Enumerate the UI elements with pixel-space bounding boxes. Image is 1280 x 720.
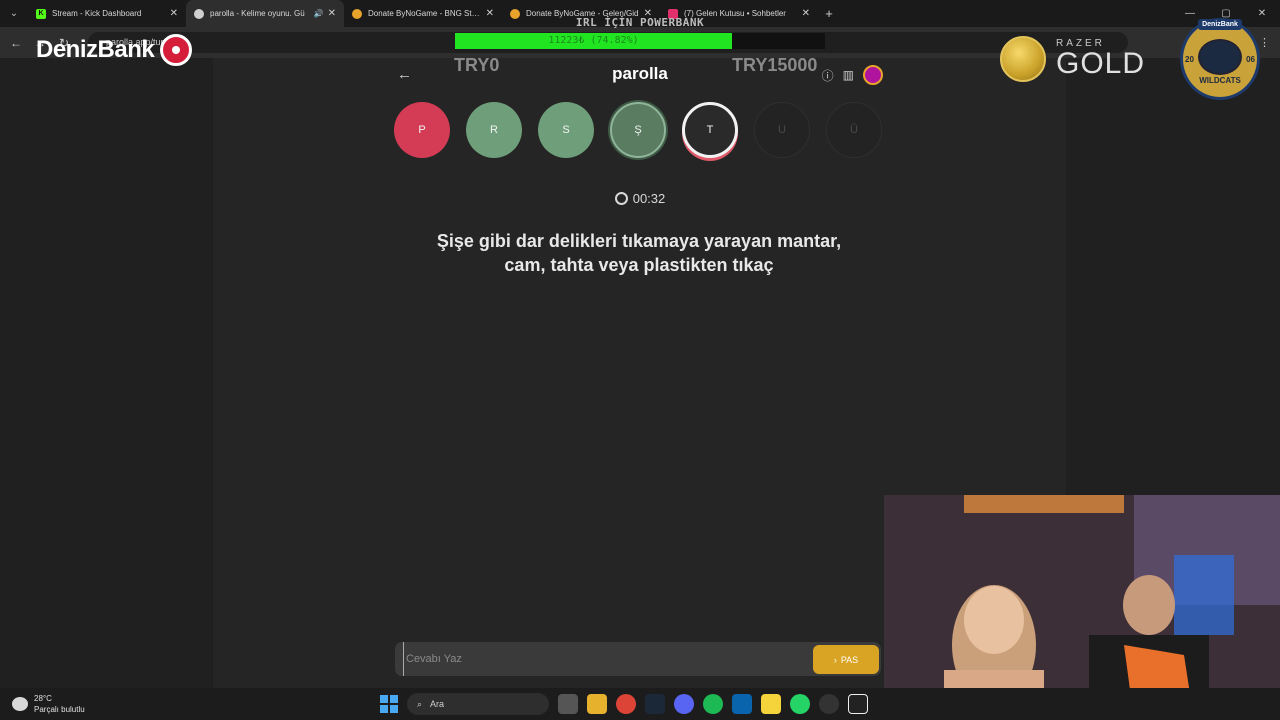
team-founded: 20 06 [1182, 55, 1258, 64]
countdown-timer: 00:32 [389, 191, 891, 206]
letter-bubble-pending: Ü [826, 102, 882, 158]
answer-bar: › PAS [395, 642, 881, 676]
temperature: 28°C [34, 694, 52, 703]
search-icon: ⌕ [417, 698, 423, 709]
capcut-icon[interactable] [848, 694, 868, 714]
pass-label: PAS [840, 654, 859, 665]
avatar[interactable] [863, 65, 883, 85]
wildcats-badge: DenizBank 20 06 WILDCATS [1180, 18, 1260, 100]
task-view-icon[interactable] [558, 694, 578, 714]
goal-progress-bar: 11223₺ (74.82%) [455, 33, 825, 49]
parolla-icon [194, 8, 204, 19]
letter-bubble-correct: R [466, 102, 522, 158]
razer-wordmark: RAZER GOLD [1056, 39, 1145, 79]
steam-icon[interactable] [645, 694, 665, 714]
clock-icon [614, 192, 628, 205]
close-tab-icon[interactable]: ✕ [170, 8, 178, 19]
weather-widget[interactable]: 28°C Parçalı bulutlu [12, 693, 85, 715]
discord-icon[interactable] [674, 694, 694, 714]
speaker-icon[interactable]: 🔊 [314, 9, 324, 18]
outlook-icon[interactable] [732, 694, 752, 714]
timer-value: 00:32 [632, 191, 666, 206]
taskbar-apps: ⌕ Ara [380, 692, 868, 716]
letter-bubble-wrong: P [394, 102, 450, 158]
goal-progress-text: 11223₺ (74.82%) [548, 35, 639, 46]
razer-coin-icon [1000, 36, 1046, 82]
letter-bubble-correct: Ş [610, 102, 666, 158]
ship-wheel-icon [160, 34, 193, 66]
stats-icon[interactable]: ▥ [843, 68, 854, 82]
year-left: 20 [1185, 55, 1194, 64]
kick-icon: K [36, 8, 46, 19]
taskbar-search[interactable]: ⌕ Ara [407, 693, 549, 715]
header-actions: ⓘ ▥ [822, 65, 883, 85]
bynogame-icon [352, 8, 362, 19]
letter-bubble-correct: S [538, 102, 594, 158]
menu-icon[interactable]: ⋮ [1259, 36, 1270, 49]
chatgpt-icon[interactable] [819, 694, 839, 714]
pass-button[interactable]: › PAS [813, 645, 879, 674]
close-window-icon[interactable]: ✕ [1244, 0, 1280, 27]
team-sponsor: DenizBank [1198, 19, 1242, 30]
tab-parolla[interactable]: parolla - Kelime oyunu. Gü 🔊 ✕ [186, 0, 344, 27]
letter-track: P R S Ş T U Ü [394, 102, 894, 162]
windows-start-icon[interactable] [380, 695, 398, 713]
goal-end-label: TRY15000 [732, 55, 818, 75]
team-name: WILDCATS [1199, 76, 1241, 85]
whatsapp-icon[interactable] [790, 694, 810, 714]
webcam-image [884, 495, 1280, 720]
tab-title: Stream - Kick Dashboard [52, 9, 142, 18]
year-right: 06 [1246, 55, 1255, 64]
parolla-game: ← parolla ⓘ ▥ P R S Ş T U Ü 00:32 Şişe g… [389, 58, 891, 688]
partly-cloudy-icon [12, 697, 28, 711]
weather-desc: Parçalı bulutlu [34, 705, 85, 714]
chrome-icon[interactable] [616, 694, 636, 714]
answer-input[interactable] [403, 642, 803, 676]
weather-text: 28°C Parçalı bulutlu [34, 693, 85, 715]
goal-title: IRL İÇİN POWERBANK [575, 16, 705, 29]
close-tab-icon[interactable]: ✕ [328, 8, 336, 19]
file-explorer-icon[interactable] [587, 694, 607, 714]
goal-start-label: TRY0 [454, 55, 500, 75]
back-icon[interactable]: ← [4, 36, 28, 50]
sticky-notes-icon[interactable] [761, 694, 781, 714]
tab-search-menu-icon[interactable]: ⌄ [0, 0, 28, 27]
razer-product: GOLD [1056, 47, 1146, 80]
letter-bubble-current: T [682, 102, 738, 158]
denizbank-logo: DenizBank [36, 34, 193, 66]
sponsor-name: DenizBank [36, 36, 155, 63]
razer-gold-logo: RAZER GOLD [1000, 36, 1145, 82]
webcam-feed [884, 495, 1280, 720]
letter-bubble-pending: U [754, 102, 810, 158]
windows-taskbar: 28°C Parçalı bulutlu ⌕ Ara [0, 688, 1280, 720]
chevron-right-icon: › [833, 654, 837, 665]
tab-title: parolla - Kelime oyunu. Gü [210, 9, 305, 18]
tab-kick-dashboard[interactable]: K Stream - Kick Dashboard ✕ [28, 0, 186, 27]
info-icon[interactable]: ⓘ [822, 67, 834, 84]
search-label: Ara [430, 699, 445, 709]
spotify-icon[interactable] [703, 694, 723, 714]
question-text: Şişe gibi dar delikleri tıkamaya yarayan… [436, 231, 842, 275]
